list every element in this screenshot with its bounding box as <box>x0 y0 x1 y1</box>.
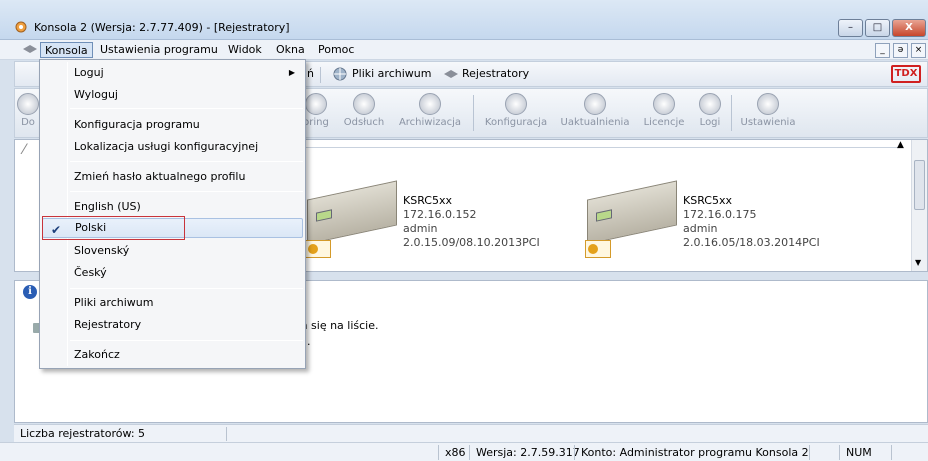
menu-separator <box>70 108 303 109</box>
vertical-scrollbar[interactable]: ▼ <box>911 140 927 271</box>
menu-pomoc[interactable]: Pomoc <box>314 42 358 58</box>
window-title: Konsola 2 (Wersja: 2.7.77.409) - [Rejest… <box>34 21 290 34</box>
menu-item-zakoncz[interactable]: Zakończ <box>42 345 303 365</box>
countbar-separator <box>226 427 227 441</box>
device-card[interactable]: KSRC5xx 172.16.0.152 admin 2.0.15.09/08.… <box>403 194 540 250</box>
recorder-count: Liczba rejestratorów: 5 <box>20 427 146 440</box>
device-name: KSRC5xx <box>403 194 452 207</box>
mdi-restore-button[interactable]: ə <box>893 43 908 58</box>
highlight-box <box>42 216 185 240</box>
menu-item-rejestratory[interactable]: Rejestratory <box>42 315 303 335</box>
toolbar-button-konfiguracja[interactable]: Konfiguracja <box>481 89 551 137</box>
menu-item-konfiguracja-programu[interactable]: Konfiguracja programu <box>42 115 303 135</box>
recorder-count-bar: Liczba rejestratorów: 5 <box>14 424 928 442</box>
status-empty <box>891 445 928 460</box>
maximize-button[interactable]: □ <box>865 19 890 37</box>
menu-bar: Konsola Ustawienia programu Widok Okna P… <box>0 40 928 60</box>
device-image[interactable] <box>307 180 397 245</box>
device-ip: 172.16.0.175 <box>683 208 757 221</box>
status-arch: x86 <box>438 445 472 460</box>
title-bar: Konsola 2 (Wersja: 2.7.77.409) - [Rejest… <box>0 0 928 40</box>
toolbar-button-do[interactable]: Do <box>17 89 39 137</box>
wrench-icon <box>505 93 527 115</box>
toolbar-button-logi[interactable]: Logi <box>695 89 725 137</box>
collapse-icon[interactable]: ▲ <box>897 140 904 150</box>
status-empty <box>809 445 839 460</box>
pencil-icon: ⁄ <box>23 142 26 158</box>
menu-item-pliki-archiwum[interactable]: Pliki archiwum <box>42 293 303 313</box>
device-image[interactable] <box>587 180 677 245</box>
registered-icon <box>653 93 675 115</box>
toolbar-separator <box>473 95 474 131</box>
menu-item-loguj[interactable]: Loguj ▶ <box>42 63 303 83</box>
device-icon <box>17 93 39 115</box>
toolbar-rejestratory[interactable]: Rejestratory <box>462 67 529 80</box>
device-user: admin <box>683 222 718 235</box>
music-note-icon <box>353 93 375 115</box>
mdi-minimize-button[interactable]: _ <box>875 43 890 58</box>
minimize-button[interactable]: – <box>838 19 863 37</box>
device-version: 2.0.16.05/18.03.2014PCI <box>683 236 820 249</box>
status-bar: x86 Wersja: 2.7.59.317 Konto: Administra… <box>0 442 928 461</box>
disc-icon <box>419 93 441 115</box>
log-icon <box>699 93 721 115</box>
tdx-logo: TDX <box>891 65 921 83</box>
menu-separator <box>70 288 303 289</box>
menu-separator <box>70 161 303 162</box>
menu-ustawienia-programu[interactable]: Ustawienia programu <box>96 42 222 58</box>
close-button[interactable]: X <box>892 19 926 37</box>
submenu-arrow-icon: ▶ <box>288 68 295 77</box>
status-num: NUM <box>839 445 891 460</box>
settings-icon <box>757 93 779 115</box>
info-icon: i <box>23 285 37 299</box>
device-card[interactable]: KSRC5xx 172.16.0.175 admin 2.0.16.05/18.… <box>683 194 820 250</box>
menu-item-zmien-haslo[interactable]: Zmień hasło aktualnego profilu <box>42 167 303 187</box>
device-user: admin <box>403 222 438 235</box>
globe-icon <box>333 67 347 84</box>
status-account: Konto: Administrator programu Konsola 2 <box>574 445 815 460</box>
menu-item-wyloguj[interactable]: Wyloguj <box>42 85 303 105</box>
app-icon <box>14 20 28 34</box>
menu-item-lokalizacja-uslugi[interactable]: Lokalizacja usługi konfiguracyjnej <box>42 137 303 157</box>
certificate-icon <box>305 240 331 258</box>
update-icon <box>584 93 606 115</box>
recorder-icon <box>443 69 459 82</box>
status-version: Wersja: 2.7.59.317 <box>469 445 586 460</box>
menu-okna[interactable]: Okna <box>272 42 309 58</box>
scrollbar-thumb[interactable] <box>914 160 925 210</box>
menu-konsola[interactable]: Konsola <box>40 42 93 58</box>
scroll-down-icon[interactable]: ▼ <box>915 258 921 267</box>
toolbar-separator <box>731 95 732 131</box>
toolbar-separator <box>320 67 321 83</box>
menu-separator <box>70 340 303 341</box>
toolbar-button-uaktualnienia[interactable]: Uaktualnienia <box>558 89 632 137</box>
toolbar-button-licencje[interactable]: Licencje <box>640 89 688 137</box>
mdi-close-button[interactable]: × <box>911 43 926 58</box>
device-version: 2.0.15.09/08.10.2013PCI <box>403 236 540 249</box>
toolbar-button-ustawienia[interactable]: Ustawienia <box>737 89 799 137</box>
menu-separator <box>70 191 303 192</box>
menu-item-slovensky[interactable]: Slovenský <box>42 241 303 261</box>
device-ip: 172.16.0.152 <box>403 208 477 221</box>
certificate-icon <box>585 240 611 258</box>
menu-widok[interactable]: Widok <box>224 42 266 58</box>
menu-item-english[interactable]: English (US) <box>42 197 303 217</box>
toolbar-button-odsluch[interactable]: Odsłuch <box>339 89 389 137</box>
group-divider <box>295 147 901 148</box>
monitoring-icon <box>305 93 327 115</box>
toolbar-button-archiwizacja[interactable]: Archiwizacja <box>395 89 465 137</box>
toolbar-pliki-archiwum[interactable]: Pliki archiwum <box>352 67 431 80</box>
menu-item-cesky[interactable]: Český <box>42 263 303 283</box>
konsola-dropdown-menu: Loguj ▶ Wyloguj Konfiguracja programu Lo… <box>39 59 306 369</box>
device-name: KSRC5xx <box>683 194 732 207</box>
menu-app-icon <box>22 43 38 58</box>
toolbar-item-partial[interactable]: ń <box>307 67 314 80</box>
